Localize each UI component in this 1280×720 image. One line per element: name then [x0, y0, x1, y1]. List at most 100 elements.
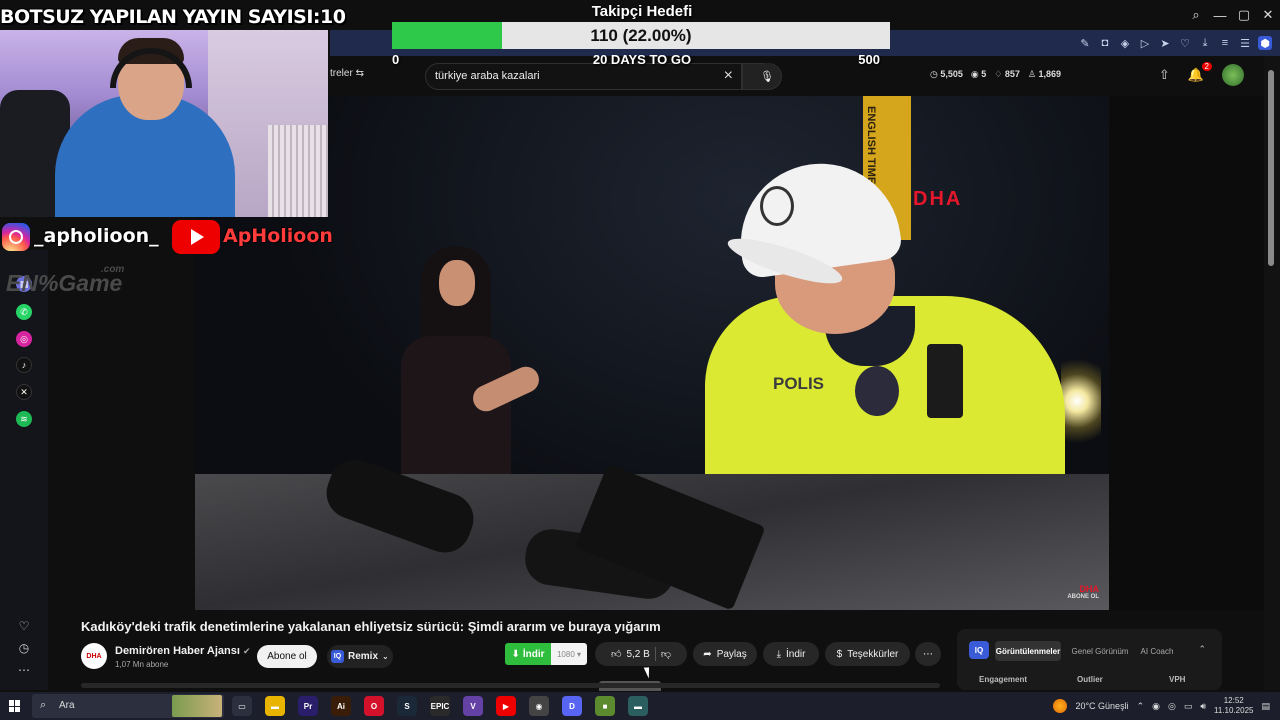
corner-logo-text: DHA [1079, 584, 1100, 594]
download-button[interactable]: ⤓ İndir [763, 642, 819, 666]
subscribe-button[interactable]: Abone ol [257, 645, 317, 668]
column-engagement: Engagement [979, 675, 1028, 684]
download-label: İndir [785, 648, 806, 660]
remix-button[interactable]: IQ Remix ⌄ [327, 645, 393, 668]
chevron-up-icon[interactable]: ⌃ [1198, 644, 1206, 655]
resolution-select[interactable]: 1080 ▾ [551, 643, 587, 665]
weather-icon[interactable] [1053, 699, 1068, 713]
history-icon[interactable]: ◷ [16, 640, 32, 656]
close-icon[interactable]: ✕ [1256, 0, 1280, 30]
channel-name[interactable]: Demirören Haber Ajansı ✔ [115, 645, 251, 657]
weather-text[interactable]: 20°C Güneşli [1075, 701, 1128, 711]
list-icon[interactable]: ≡ [1218, 36, 1232, 50]
bell-icon[interactable]: 🔔 2 [1188, 62, 1212, 83]
description-box[interactable] [81, 683, 940, 688]
taskbar-app-icon[interactable]: S [397, 696, 417, 716]
filters-button[interactable]: treler ⇆ [330, 68, 364, 79]
webcam-feed [0, 30, 328, 217]
video-player[interactable]: ENGLISH TIME DHA POLIS DHA ABONE OL [195, 96, 1109, 610]
verified-icon: ✔ [242, 646, 251, 656]
send-icon[interactable]: ➤ [1158, 36, 1172, 50]
volume-icon[interactable]: 🔊︎ [1200, 701, 1206, 712]
share-button[interactable]: ➦ Paylaş [693, 642, 757, 666]
taskbar-app-icon[interactable]: EPIC [430, 696, 450, 716]
search-icon[interactable]: ⌕ [1184, 0, 1208, 30]
whatsapp-icon[interactable]: ✆ [16, 304, 32, 320]
taskbar-app-icon[interactable]: ◉ [529, 696, 549, 716]
taskbar-apps: ▭ ▬ Pr Ai O S EPIC V ▶ ◉ D ■ ▬ [232, 696, 648, 716]
more-icon[interactable]: ⋯ [16, 662, 32, 678]
taskbar-app-icon[interactable]: ▬ [628, 696, 648, 716]
taskbar-app-icon[interactable]: Pr [298, 696, 318, 716]
taskbar-app-icon[interactable]: ▶ [496, 696, 516, 716]
taskbar-app-icon[interactable]: O [364, 696, 384, 716]
taskbar-search[interactable]: ⌕ Ara [32, 694, 224, 718]
download-extension-button[interactable]: ⬇ İndir [505, 643, 551, 665]
taskbar-app-icon[interactable]: ■ [595, 696, 615, 716]
tray-app-icon[interactable]: ◉ [1152, 701, 1160, 712]
upload-icon[interactable]: ⇧ [1159, 67, 1170, 83]
chevron-down-icon: ⌄ [382, 652, 389, 661]
browser-toolbar-icons: ✎ ◘ ◈ ▷ ➤ ♡ ⤓ ≡ ☰ ⬢ [1078, 30, 1272, 56]
tray-app-icon[interactable]: ◎ [1168, 701, 1176, 712]
like-dislike-group: 👍︎ 5,2 B 👎︎ [595, 642, 687, 666]
taskbar: ⌕ Ara ▭ ▬ Pr Ai O S EPIC V ▶ ◉ D ■ ▬ 20°C Güneşli ⌃ … [0, 692, 1280, 720]
resolution-value: 1080 [556, 649, 575, 659]
analytics-logo: IQ [969, 641, 989, 659]
network-icon[interactable]: ▭ [1184, 701, 1193, 712]
play-icon[interactable]: ▷ [1138, 36, 1152, 50]
edit-icon[interactable]: ✎ [1078, 36, 1092, 50]
share-icon: ➦ [703, 648, 712, 660]
stat-subs: ♙ 1,869 [1027, 69, 1061, 79]
tray-chevron-icon[interactable]: ⌃ [1137, 701, 1145, 712]
more-actions-button[interactable]: ⋯ [915, 642, 941, 666]
camera-icon[interactable]: ◘ [1098, 36, 1112, 50]
avatar[interactable] [1222, 64, 1244, 86]
windows-start-icon[interactable] [9, 700, 21, 712]
youtube-logo-icon [172, 220, 220, 254]
clock[interactable]: 12:52 11.10.2025 [1214, 696, 1253, 716]
taskbar-app-icon[interactable]: ▭ [232, 696, 252, 716]
taskbar-app-icon[interactable]: ▬ [265, 696, 285, 716]
x-icon[interactable]: ✕ [16, 384, 32, 400]
side-panel [1109, 96, 1264, 610]
tab-views[interactable]: Görüntülenmeler [995, 641, 1061, 661]
extension-icon[interactable]: ⬢ [1258, 36, 1272, 50]
maximize-icon[interactable]: ▢ [1232, 0, 1256, 30]
tab-ai-coach[interactable]: AI Coach [1135, 641, 1179, 661]
dislike-button[interactable]: 👎︎ [661, 648, 671, 660]
header-right: ⇧ 🔔 2 [1159, 62, 1244, 86]
dollar-icon: $ [836, 648, 843, 660]
remix-label: Remix [348, 651, 379, 662]
goal-progress-text: 110 (22.00%) [590, 26, 692, 45]
tab-overview[interactable]: Genel Görünüm [1063, 641, 1137, 661]
heart-icon[interactable]: ♡ [1178, 36, 1192, 50]
stat-likes: ♢ 857 [994, 69, 1020, 79]
instagram-icon[interactable]: ◎ [16, 331, 32, 347]
tiktok-icon[interactable]: ♪ [16, 357, 32, 373]
thanks-button[interactable]: $ Teşekkürler [825, 642, 910, 666]
scrollbar-thumb[interactable] [1268, 70, 1274, 266]
taskbar-app-icon[interactable]: V [463, 696, 483, 716]
menu-icon[interactable]: ☰ [1238, 36, 1252, 50]
heart-icon[interactable]: ♡ [16, 618, 32, 634]
notification-center-icon[interactable]: ▤ [1261, 701, 1270, 712]
system-tray: 20°C Güneşli ⌃ ◉ ◎ ▭ 🔊︎ 12:52 11.10.2025… [1053, 692, 1270, 720]
share-label: Paylaş [716, 648, 747, 660]
stat-value: 857 [1004, 69, 1020, 79]
minimize-icon[interactable]: — [1208, 0, 1232, 30]
like-button[interactable]: 👍︎ 5,2 B [611, 648, 650, 661]
channel-avatar[interactable]: DHA [81, 643, 107, 669]
spotify-icon[interactable]: ≋ [16, 411, 32, 427]
scrollbar[interactable] [1264, 56, 1280, 690]
download-icon: ⤓ [776, 648, 781, 660]
video-corner-logo[interactable]: DHA ABONE OL [1067, 584, 1099, 600]
search-highlight-image [172, 695, 222, 717]
taskbar-app-icon[interactable]: D [562, 696, 582, 716]
shield-icon[interactable]: ◈ [1118, 36, 1132, 50]
filters-label: treler [330, 68, 353, 79]
taskbar-app-icon[interactable]: Ai [331, 696, 351, 716]
thumbs-up-icon: 👍︎ [611, 649, 622, 660]
channel-stats: ◷ 5,505 ◉ 5 ♢ 857 ♙ 1,869 [930, 69, 1061, 80]
download-icon[interactable]: ⤓ [1198, 36, 1212, 50]
